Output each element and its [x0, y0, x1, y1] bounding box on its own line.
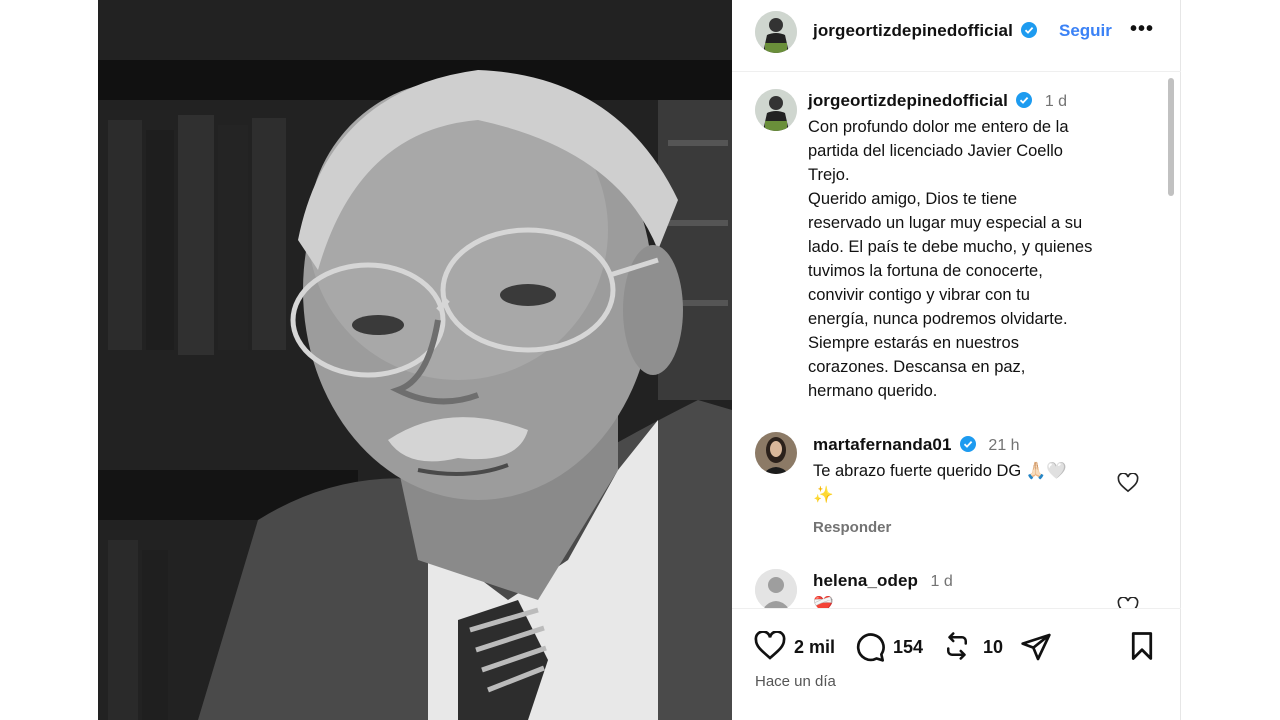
- post-date[interactable]: Hace un día: [755, 673, 836, 690]
- comment-text: Te abrazo fuerte querido DG 🙏🏻🤍: [813, 462, 1067, 480]
- caption-author-avatar[interactable]: [755, 89, 797, 131]
- comments-count[interactable]: 154: [893, 637, 923, 658]
- commenter-avatar[interactable]: [755, 432, 797, 474]
- comment-username[interactable]: helena_odep: [813, 571, 918, 590]
- author-avatar[interactable]: [755, 11, 797, 53]
- caption-text: Con profundo dolor me entero de la parti…: [808, 118, 1093, 400]
- more-options-icon[interactable]: •••: [1130, 18, 1154, 41]
- like-comment-icon[interactable]: [1117, 596, 1139, 608]
- repost-icon[interactable]: [942, 631, 972, 666]
- caption-header: jorgeortizdepinedofficial 1 d: [808, 91, 1067, 111]
- verified-badge-icon: [1016, 92, 1033, 108]
- verified-badge-icon: [959, 436, 976, 452]
- commenter-avatar[interactable]: [755, 569, 797, 608]
- post-actions: 2 mil 154 10 Hace un día: [732, 608, 1181, 720]
- comment-header: helena_odep 1 d: [813, 571, 953, 591]
- caption-time[interactable]: 1 d: [1045, 93, 1067, 110]
- share-icon[interactable]: [1020, 631, 1052, 668]
- comment-text-cont: ✨: [813, 486, 834, 504]
- bookmark-icon[interactable]: [1128, 631, 1156, 666]
- post-photo: [98, 0, 732, 720]
- verified-badge-icon: [1021, 22, 1038, 38]
- reply-button[interactable]: Responder: [813, 519, 891, 536]
- comment-header: martafernanda01 21 h: [813, 435, 1020, 455]
- follow-button[interactable]: Seguir: [1059, 21, 1112, 41]
- like-comment-icon[interactable]: [1117, 472, 1139, 493]
- post-header: jorgeortizdepinedofficial Seguir •••: [732, 0, 1181, 72]
- comment-icon[interactable]: [854, 631, 886, 668]
- comment-text: ❤️‍🩹: [813, 596, 834, 608]
- comments-list[interactable]: jorgeortizdepinedofficial 1 d Con profun…: [732, 73, 1181, 608]
- scrollbar-thumb[interactable]: [1168, 78, 1174, 196]
- caption-username[interactable]: jorgeortizdepinedofficial: [808, 91, 1008, 110]
- comment-username[interactable]: martafernanda01: [813, 435, 952, 454]
- like-icon[interactable]: [754, 630, 786, 666]
- comment-time[interactable]: 21 h: [988, 437, 1019, 454]
- reposts-count[interactable]: 10: [983, 637, 1003, 658]
- post-side-panel: jorgeortizdepinedofficial Seguir ••• jor…: [732, 0, 1181, 720]
- comment-time[interactable]: 1 d: [930, 573, 952, 590]
- likes-count[interactable]: 2 mil: [794, 637, 835, 658]
- author-username[interactable]: jorgeortizdepinedofficial: [813, 21, 1013, 40]
